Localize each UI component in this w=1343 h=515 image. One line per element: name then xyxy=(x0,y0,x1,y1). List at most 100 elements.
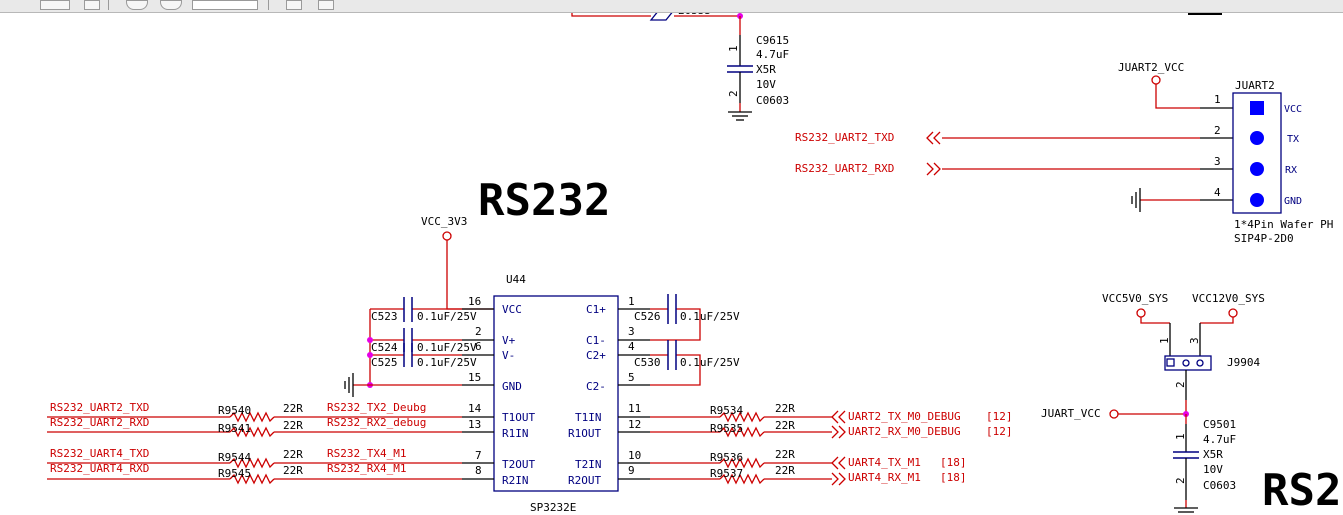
juart2-vcc-label: JUART2_VCC xyxy=(1118,61,1184,74)
vcc12v0-label: VCC12V0_SYS xyxy=(1192,292,1265,305)
resistor-ref: R9534 xyxy=(710,404,743,417)
pin-name: C2- xyxy=(586,380,606,393)
pin-name: R1OUT xyxy=(568,427,601,440)
zoom-input[interactable] xyxy=(192,0,258,10)
resistor-ref: R9545 xyxy=(218,467,251,480)
sheet-title: RS232 xyxy=(478,175,610,226)
pin-number: 9 xyxy=(628,464,635,477)
pin-number: 2 xyxy=(1174,477,1187,484)
c9615-dielectric: X5R xyxy=(756,63,776,76)
toolbar-button[interactable] xyxy=(126,0,148,10)
resistor-value: 22R xyxy=(283,464,303,477)
toolbar-divider xyxy=(108,0,109,10)
toolbar-button[interactable] xyxy=(40,0,70,10)
connector-juart2: JUART2_VCC RS232_UART2_TXD RS232_UART2_R… xyxy=(795,61,1333,245)
capacitor-c9501: JUART_VCC 1 2 C9501 4.7uF X5R 10V C0603 xyxy=(1041,400,1236,513)
pin-name: C1+ xyxy=(586,303,606,316)
net-label: RS232_UART2_RXD xyxy=(795,162,894,175)
pin-name: R2OUT xyxy=(568,474,601,487)
pin-number: 1 xyxy=(727,45,740,52)
c9615-value: 4.7uF xyxy=(756,48,789,61)
j9904-ref: J9904 xyxy=(1227,356,1260,369)
pin-name: T1OUT xyxy=(502,411,535,424)
pin-number: 1 xyxy=(1214,93,1221,106)
toolbar-button[interactable] xyxy=(160,0,182,10)
cap-value: 0.1uF/25V xyxy=(417,341,477,354)
net-ref: [12] xyxy=(986,410,1013,423)
pin-name: T2IN xyxy=(575,458,602,471)
juart2-footprint: SIP4P-2D0 xyxy=(1234,232,1294,245)
vcc-3v3-label: VCC_3V3 xyxy=(421,215,467,228)
pin-number: 15 xyxy=(468,371,481,384)
juart2-ref: JUART2 xyxy=(1235,79,1275,92)
pin-number: 7 xyxy=(475,449,482,462)
cap-ref: C524 xyxy=(371,341,398,354)
u44-part: SP3232E xyxy=(530,501,576,514)
pin-number: 3 xyxy=(628,325,635,338)
resistor-ref: R9540 xyxy=(218,404,251,417)
pin-number: 1 xyxy=(1158,337,1171,344)
sheet-title-partial: RS2 xyxy=(1262,465,1341,515)
c9501-voltage: 10V xyxy=(1203,463,1223,476)
net-ref: [18] xyxy=(940,456,967,469)
resistor-ref: R9537 xyxy=(710,467,743,480)
pin-number: 16 xyxy=(468,295,481,308)
top-partial-label: 20555 xyxy=(678,13,711,17)
vcc-3v3-symbol: VCC_3V3 xyxy=(421,215,493,310)
net-label: UART2_RX_M0_DEBUG xyxy=(848,425,961,438)
c9615-ref: C9615 xyxy=(756,34,789,47)
pin-number: 2 xyxy=(1174,381,1187,388)
cap-ref: C525 xyxy=(371,356,398,369)
pin-name: T1IN xyxy=(575,411,602,424)
net-label: RS232_TX2_Deubg xyxy=(327,401,426,414)
pin-number: 13 xyxy=(468,418,481,431)
pin-name: V- xyxy=(502,349,515,362)
cap-ref: C530 xyxy=(634,356,661,369)
c9501-dielectric: X5R xyxy=(1203,448,1223,461)
cap-value: 0.1uF/25V xyxy=(680,356,740,369)
ic-u44: U44 SP3232E 16 VCC 2 V+ 6 V- 15 GND 14 T… xyxy=(462,273,650,514)
capacitor-c9615: 1 2 C9615 4.7uF X5R 10V C0603 xyxy=(727,13,789,121)
resistor-ref: R9536 xyxy=(710,451,743,464)
pin-name: T2OUT xyxy=(502,458,535,471)
c9615-voltage: 10V xyxy=(756,78,776,91)
pin-name: VCC xyxy=(502,303,522,316)
pin-number: 2 xyxy=(727,90,740,97)
toolbar-button[interactable] xyxy=(286,0,302,10)
c9615-package: C0603 xyxy=(756,94,789,107)
net-label: UART4_RX_M1 xyxy=(848,471,921,484)
pin-number: 2 xyxy=(1214,124,1221,137)
pin-name: R1IN xyxy=(502,427,529,440)
resistor-ref: R9544 xyxy=(218,451,251,464)
pin-number: 4 xyxy=(1214,186,1221,199)
toolbar-button[interactable] xyxy=(84,0,100,10)
pin-number: 12 xyxy=(628,418,641,431)
pin-number: 1 xyxy=(1174,433,1187,440)
cap-value: 0.1uF/25V xyxy=(680,310,740,323)
pin-name: GND xyxy=(1284,196,1302,207)
pin-name: C1- xyxy=(586,334,606,347)
pin-number: 3 xyxy=(1188,337,1201,344)
resistor-value: 22R xyxy=(775,464,795,477)
net-ref: [18] xyxy=(940,471,967,484)
net-label: RS232_UART2_TXD xyxy=(50,401,149,414)
pin-number: 4 xyxy=(628,340,635,353)
c9501-value: 4.7uF xyxy=(1203,433,1236,446)
right-signal-lines: R9534 22R R9535 22R R9536 22R R9537 22R … xyxy=(650,402,1013,486)
resistor-value: 22R xyxy=(775,402,795,415)
resistor-ref: R9541 xyxy=(218,422,251,435)
pin-name: R2IN xyxy=(502,474,529,487)
pin-number: 10 xyxy=(628,449,641,462)
juart2-desc: 1*4Pin Wafer PH xyxy=(1234,218,1333,231)
resistor-value: 22R xyxy=(283,448,303,461)
cap-ref: C526 xyxy=(634,310,661,323)
net-label: UART4_TX_M1 xyxy=(848,456,921,469)
pin-name: VCC xyxy=(1284,104,1302,115)
net-label: RS232_UART4_RXD xyxy=(50,462,149,475)
pin-number: 5 xyxy=(628,371,635,384)
pin-number: 1 xyxy=(628,295,635,308)
toolbar-button[interactable] xyxy=(318,0,334,10)
resistor-value: 22R xyxy=(283,419,303,432)
vcc5v0-label: VCC5V0_SYS xyxy=(1102,292,1168,305)
net-label: UART2_TX_M0_DEBUG xyxy=(848,410,961,423)
